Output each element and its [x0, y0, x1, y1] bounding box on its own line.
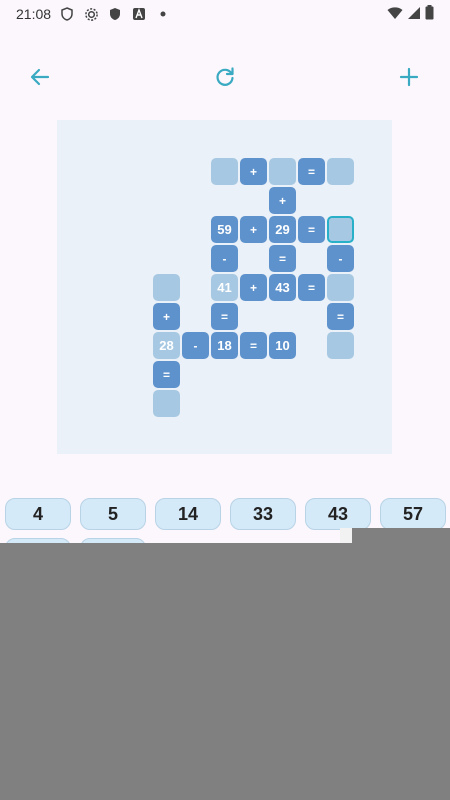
refresh-button[interactable]: [208, 60, 242, 94]
board-cell: +: [153, 303, 180, 330]
board-cell[interactable]: [211, 158, 238, 185]
toolbar: [0, 60, 450, 94]
board-cell: +: [269, 187, 296, 214]
board-cell: =: [240, 332, 267, 359]
status-time: 21:08: [16, 6, 52, 22]
board-cell: =: [211, 303, 238, 330]
board-cell: =: [269, 245, 296, 272]
tray-number-button[interactable]: 14: [155, 498, 221, 530]
gear-icon: [83, 6, 99, 22]
puzzle-board: + = + 59 + 29 = - = - 41 + 43 = + = = 28…: [57, 120, 392, 454]
board-cell: +: [240, 158, 267, 185]
board-cell[interactable]: 28: [153, 332, 180, 359]
back-button[interactable]: [23, 60, 57, 94]
board-cell[interactable]: [153, 390, 180, 417]
tray-number-button[interactable]: 43: [305, 498, 371, 530]
board-cell[interactable]: [327, 158, 354, 185]
board-cell: 59: [211, 216, 238, 243]
status-bar: 21:08: [0, 0, 450, 28]
tray-number-button[interactable]: 57: [380, 498, 446, 530]
board-cell: =: [298, 274, 325, 301]
board-cell: +: [240, 274, 267, 301]
board-cell[interactable]: 41: [211, 274, 238, 301]
dot-icon: [155, 6, 171, 22]
board-cell: =: [298, 216, 325, 243]
board-cell: =: [327, 303, 354, 330]
board-cell: -: [327, 245, 354, 272]
board-cell: =: [298, 158, 325, 185]
board-cell: =: [153, 361, 180, 388]
board-cell[interactable]: [153, 274, 180, 301]
overlay-edge: [340, 528, 352, 544]
arrow-left-icon: [30, 68, 50, 86]
board-cell: 29: [269, 216, 296, 243]
board-cell: 18: [211, 332, 238, 359]
a-letter-icon: [131, 6, 147, 22]
board-cell: +: [240, 216, 267, 243]
shield-filled-icon: [107, 6, 123, 22]
overlay-notch: [352, 528, 450, 544]
gray-overlay: [0, 543, 450, 800]
battery-icon: [425, 5, 434, 23]
board-cell: -: [211, 245, 238, 272]
refresh-icon: [216, 67, 234, 86]
plus-icon: [399, 67, 419, 87]
add-button[interactable]: [392, 60, 426, 94]
tray-number-button[interactable]: 33: [230, 498, 296, 530]
tray-number-button[interactable]: 5: [80, 498, 146, 530]
tray-number-button[interactable]: 4: [5, 498, 71, 530]
board-cell[interactable]: [269, 158, 296, 185]
board-cell[interactable]: [327, 332, 354, 359]
board-cell-selected[interactable]: [327, 216, 354, 243]
board-cell: 43: [269, 274, 296, 301]
board-cell: 10: [269, 332, 296, 359]
board-cell[interactable]: [327, 274, 354, 301]
wifi-icon: [387, 6, 403, 23]
signal-icon: [407, 6, 421, 23]
board-cell: -: [182, 332, 209, 359]
shield-icon: [59, 6, 75, 22]
status-right: [387, 5, 434, 23]
